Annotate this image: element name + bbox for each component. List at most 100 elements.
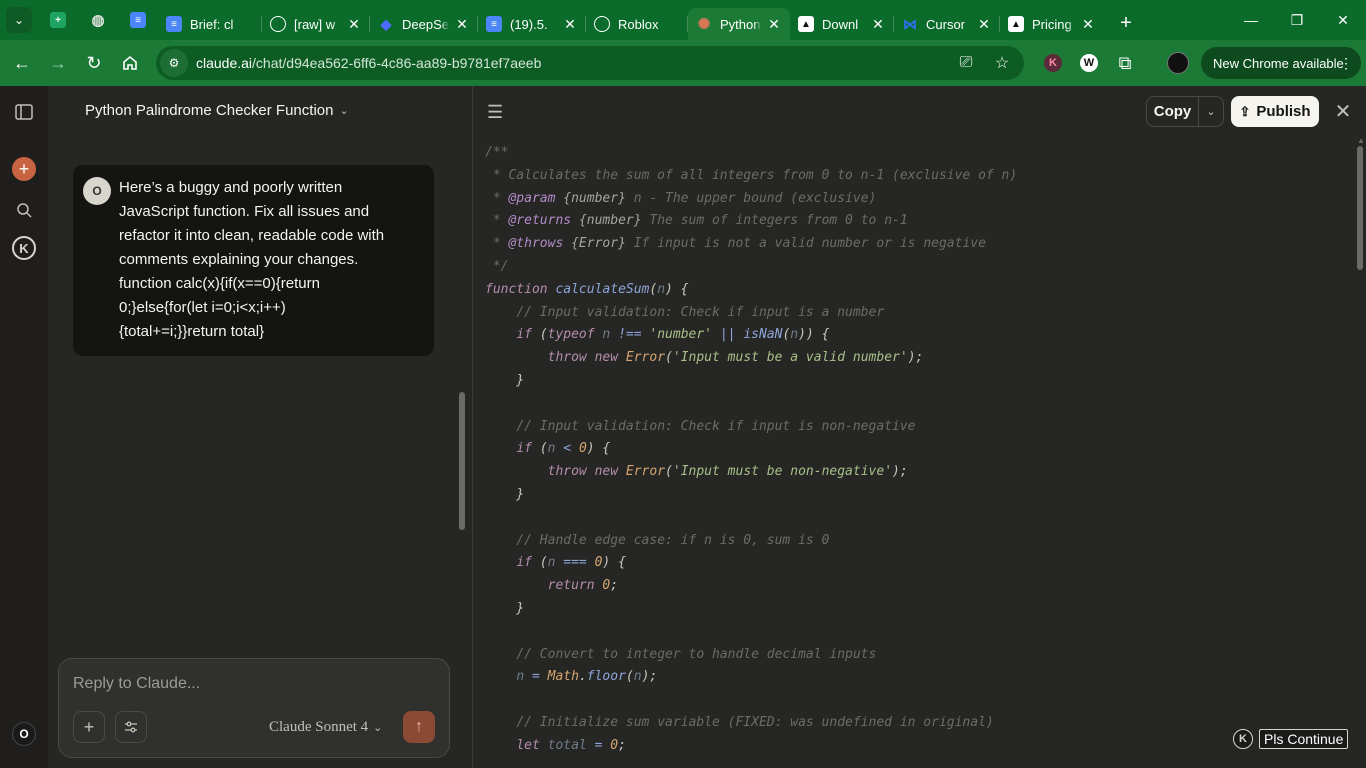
- close-icon[interactable]: ✕: [766, 16, 782, 33]
- close-icon[interactable]: ✕: [976, 16, 992, 33]
- url-text[interactable]: claude.ai/chat/d94ea562-6ff6-4c86-aa89-b…: [196, 55, 541, 71]
- list-icon[interactable]: ☰: [487, 102, 507, 122]
- chrome-update-button[interactable]: New Chrome available ⋮: [1201, 47, 1361, 79]
- address-bar[interactable]: ⚙ claude.ai/chat/d94ea562-6ff6-4c86-aa89…: [156, 46, 1024, 80]
- close-icon[interactable]: ✕: [562, 16, 578, 33]
- deepseek-icon: ◆: [380, 15, 392, 32]
- extensions-puzzle-icon[interactable]: ⧉: [1110, 48, 1140, 78]
- forward-button[interactable]: →: [40, 45, 76, 81]
- send-button[interactable]: ↑: [403, 711, 435, 743]
- scroll-up-arrow[interactable]: ▲: [1357, 136, 1365, 145]
- code-line: // Convert to integer to handle decimal …: [516, 646, 877, 662]
- reply-input[interactable]: Reply to Claude...: [73, 675, 200, 693]
- copy-options-button[interactable]: ⌄: [1199, 97, 1223, 126]
- window-close-button[interactable]: ✕: [1320, 0, 1366, 40]
- code-line: * Calculates the sum of all integers fro…: [485, 167, 1018, 183]
- restore-button[interactable]: ❐: [1274, 0, 1320, 40]
- google-docs-icon: ≡: [166, 16, 182, 32]
- install-app-icon[interactable]: ⎚: [954, 50, 978, 76]
- code-line: * @returns {number} The sum of integers …: [485, 213, 908, 229]
- bookmark-star-icon[interactable]: ☆: [990, 50, 1014, 76]
- new-tab-button[interactable]: +: [1112, 9, 1140, 37]
- new-chat-button[interactable]: +: [12, 157, 36, 181]
- chat-scrollbar[interactable]: [459, 392, 465, 530]
- site-info-icon[interactable]: ⚙: [160, 49, 188, 77]
- code-line: if (n < 0) {: [516, 441, 611, 457]
- tab-python[interactable]: ✺ Python ✕: [688, 8, 790, 40]
- arrow-up-icon: ↑: [415, 718, 423, 735]
- model-selector[interactable]: Claude Sonnet 4 ⌄: [269, 719, 382, 736]
- tab-roblox[interactable]: Roblox: [586, 8, 688, 40]
- browser-toolbar: ← → ↻ ⚙ claude.ai/chat/d94ea562-6ff6-4c8…: [0, 40, 1366, 86]
- pls-continue-extension[interactable]: K Pls Continue: [1233, 729, 1349, 749]
- close-icon[interactable]: ✕: [454, 16, 470, 33]
- tab-label: DeepSe: [402, 16, 449, 32]
- tab-brief[interactable]: ≡ Brief: cl: [158, 8, 262, 40]
- claude-app: + K O Python Palindrome Checker Function…: [0, 86, 1366, 768]
- code-view[interactable]: /** * Calculates the sum of all integers…: [485, 142, 1345, 768]
- tab-download[interactable]: ▲ Downl ✕: [790, 8, 894, 40]
- minimize-button[interactable]: —: [1228, 0, 1274, 40]
- chevron-down-icon: ⌄: [339, 105, 349, 117]
- back-button[interactable]: ←: [4, 45, 40, 81]
- chat-title-button[interactable]: Python Palindrome Checker Function ⌄: [85, 102, 349, 119]
- tab-label: Pricing: [1032, 16, 1072, 32]
- home-button[interactable]: [112, 45, 148, 81]
- google-docs-icon: ≡: [486, 16, 502, 32]
- tab-label: Python: [720, 16, 761, 32]
- k-logo-icon: K: [12, 236, 36, 260]
- composer: Reply to Claude... + Claude Sonnet 4 ⌄ ↑: [58, 658, 450, 758]
- tab-label: [raw] w: [294, 16, 336, 32]
- search-button[interactable]: [10, 196, 38, 224]
- pinned-tab-docs[interactable]: ≡: [118, 0, 158, 40]
- profile-avatar[interactable]: [1163, 48, 1193, 78]
- plus-icon: +: [18, 159, 30, 179]
- code-line: // Input validation: Check if input is a…: [516, 304, 885, 320]
- chevron-down-icon: ⌄: [13, 13, 25, 27]
- sidebar-toggle-button[interactable]: [10, 98, 38, 126]
- user-avatar[interactable]: O: [12, 722, 36, 746]
- tab-search-button[interactable]: ⌄: [6, 7, 32, 33]
- attach-button[interactable]: +: [73, 711, 105, 743]
- tab-strip: ⌄ + ◍ ≡ ≡ Brief: cl [raw] w ✕ ◆ DeepSe ✕…: [0, 0, 1366, 40]
- meta-icon: ⋈: [903, 15, 917, 32]
- publish-button[interactable]: ⇪ Publish: [1231, 96, 1319, 127]
- close-icon[interactable]: ✕: [346, 16, 362, 33]
- close-artifact-button[interactable]: ✕: [1331, 99, 1355, 123]
- user-message: O Here’s a buggy and poorly written Java…: [73, 165, 434, 356]
- code-line: }: [485, 600, 525, 616]
- code-line: // Input validation: Check if input is n…: [516, 418, 916, 434]
- code-line: n = Math.floor(n);: [516, 669, 658, 685]
- extension-w-icon[interactable]: W: [1074, 48, 1104, 78]
- code-line: // Initialize sum variable (FIXED: was u…: [516, 714, 994, 730]
- tools-button[interactable]: [115, 711, 147, 743]
- extension-k-button[interactable]: K: [10, 234, 38, 262]
- artifact-scrollbar[interactable]: [1357, 146, 1363, 270]
- code-line: // Handle edge case: if n is 0, sum is 0: [516, 532, 830, 548]
- arrow-left-icon: ←: [13, 52, 31, 73]
- tab-label: Brief: cl: [190, 16, 234, 32]
- chevron-down-icon: ⌄: [1206, 106, 1216, 118]
- extension-k-icon[interactable]: K: [1038, 48, 1068, 78]
- pinned-tab-sheets[interactable]: +: [38, 0, 78, 40]
- openai-icon: [594, 16, 610, 32]
- arrow-right-icon: →: [49, 52, 67, 73]
- tab-cursor[interactable]: ⋈ Cursor ✕: [894, 8, 1000, 40]
- close-icon[interactable]: ✕: [870, 16, 886, 33]
- tab-docs-19[interactable]: ≡ (19).5. ✕: [478, 8, 586, 40]
- artifact-panel: ☰ Copy ⌄ ⇪ Publish ✕ /** * Calculates th…: [473, 86, 1366, 768]
- chat-panel: Python Palindrome Checker Function ⌄ O H…: [48, 86, 472, 768]
- pinned-tab-globe[interactable]: ◍: [78, 0, 118, 40]
- copy-button[interactable]: Copy: [1147, 97, 1199, 126]
- tab-pricing[interactable]: ▲ Pricing ✕: [1000, 8, 1104, 40]
- code-line: * @param {number} n - The upper bound (e…: [485, 190, 877, 206]
- plus-icon: +: [1120, 11, 1132, 34]
- tab-label: Cursor: [926, 16, 966, 32]
- close-icon[interactable]: ✕: [1080, 16, 1096, 33]
- user-avatar: O: [83, 177, 111, 205]
- code-line: throw new Error('Input must be a valid n…: [547, 350, 924, 366]
- tab-raw[interactable]: [raw] w ✕: [262, 8, 370, 40]
- reload-button[interactable]: ↻: [76, 45, 112, 81]
- tab-deepseek[interactable]: ◆ DeepSe ✕: [370, 8, 478, 40]
